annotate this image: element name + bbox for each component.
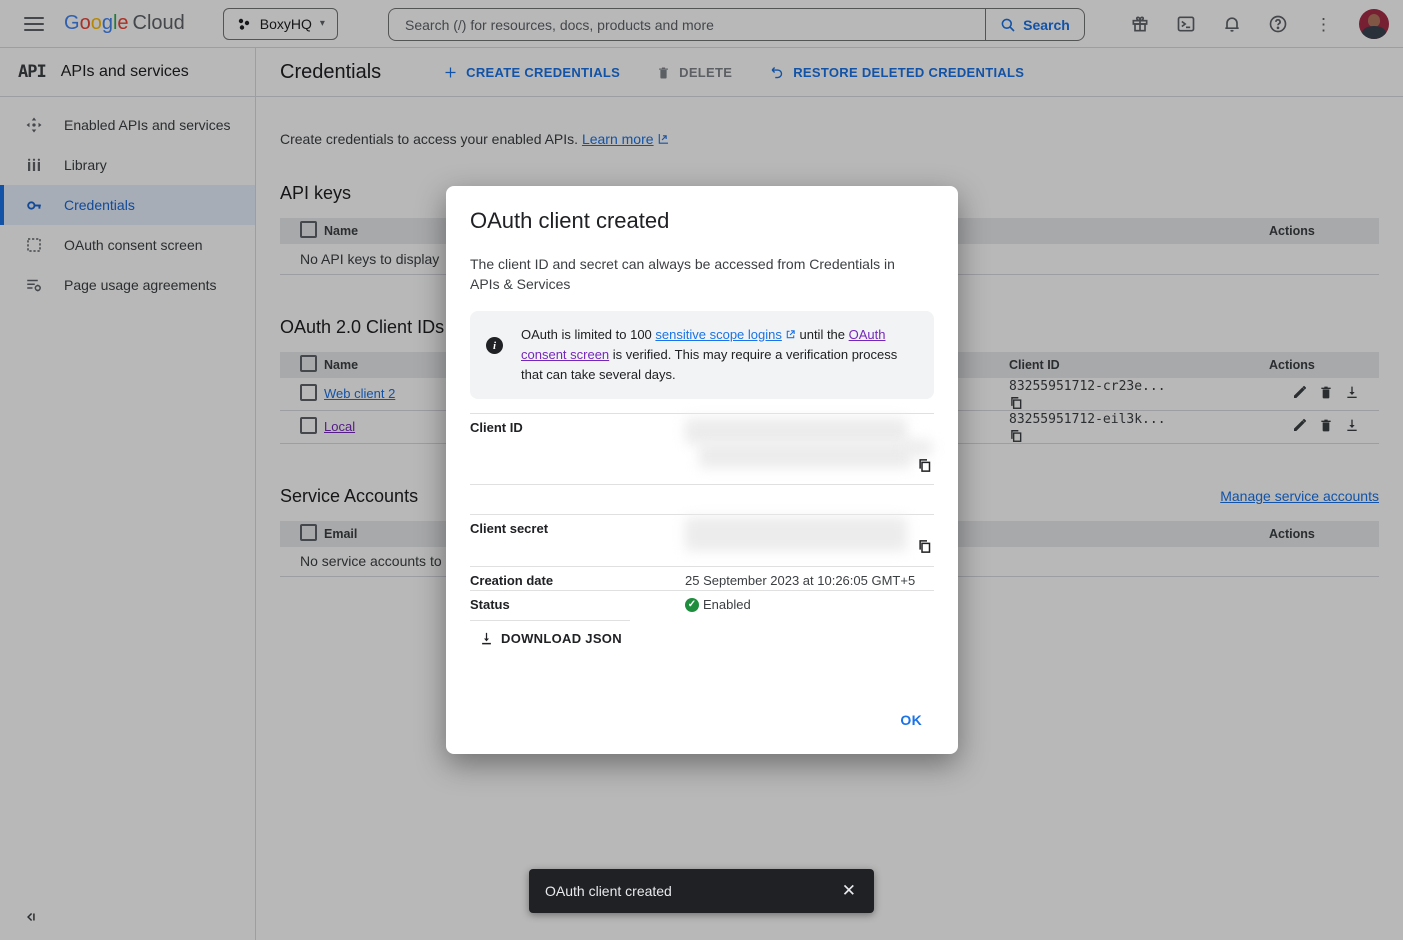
info-icon: i [486,337,503,354]
copy-client-secret-icon[interactable] [917,539,932,554]
status-row: Status ✓ Enabled [470,590,934,614]
download-icon [479,631,494,646]
snackbar-toast: OAuth client created ✕ [529,869,874,913]
creation-date-row: Creation date 25 September 2023 at 10:26… [470,566,934,590]
notice-text: OAuth is limited to 100 sensitive scope … [521,325,918,385]
dialog-subtitle: The client ID and secret can always be a… [470,254,910,294]
status-label: Status [470,591,685,614]
toast-message: OAuth client created [545,883,838,899]
verification-notice: i OAuth is limited to 100 sensitive scop… [470,311,934,399]
check-circle-icon: ✓ [685,598,699,612]
client-secret-row: Client secret [470,514,934,566]
close-icon[interactable]: ✕ [838,877,860,905]
oauth-client-created-dialog: OAuth client created The client ID and s… [446,186,958,754]
client-secret-label: Client secret [470,515,685,566]
client-id-value-redacted [685,414,934,484]
client-id-label: Client ID [470,414,685,484]
external-link-icon [785,329,796,340]
sensitive-scope-logins-link[interactable]: sensitive scope logins [655,327,781,342]
copy-client-id-icon[interactable] [917,458,932,473]
creation-date-value: 25 September 2023 at 10:26:05 GMT+5 [685,567,934,590]
dialog-title: OAuth client created [470,208,934,234]
ok-button[interactable]: OK [890,706,932,734]
client-secret-value-redacted [685,515,934,566]
creation-date-label: Creation date [470,567,685,590]
status-text: Enabled [703,597,751,612]
download-json-button[interactable]: DOWNLOAD JSON [470,620,630,646]
client-id-row: Client ID [470,413,934,484]
dialog-fields: Client ID Client secret Creation date 25… [470,413,934,646]
status-badge: ✓ Enabled [685,597,934,612]
field-spacer-row [470,484,934,514]
